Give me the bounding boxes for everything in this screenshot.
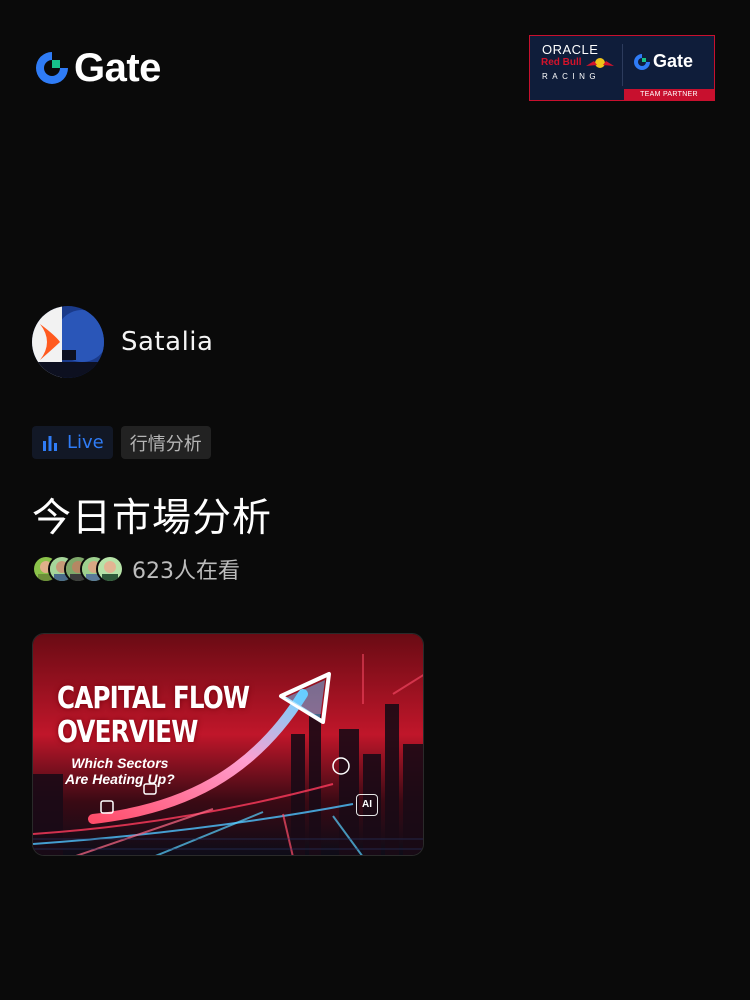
thumbnail-title-line-2: OVERVIEW [57,715,198,750]
thumbnail-subtitle-line-1: Which Sectors [71,755,169,771]
bar-chart-icon [43,435,57,451]
ai-icon: AI [356,794,378,816]
badge-divider [622,44,623,86]
avatar[interactable] [32,306,104,378]
category-tag[interactable]: 行情分析 [120,426,211,459]
stream-thumbnail[interactable]: CAPITAL FLOW OVERVIEW Which Sectors Are … [32,633,424,856]
gate-logo-icon [634,53,650,70]
logo-wordmark: Gate [74,46,161,90]
gate-logo: Gate [34,48,161,88]
thumbnail-title-line-1: CAPITAL FLOW [57,681,250,716]
host-profile[interactable]: Satalia [32,306,213,378]
viewer-info: 623人在看 [32,553,240,585]
viewer-avatars [32,555,124,583]
stream-title: 今日市場分析 [32,496,273,541]
thumbnail-subtitle: Which Sectors Are Heating Up? [65,755,175,787]
team-partner-ribbon: TEAM PARTNER [624,89,714,100]
thumbnail-title: CAPITAL FLOW OVERVIEW [57,681,250,750]
thumbnail-subtitle-line-2: Are Heating Up? [65,771,175,787]
partner-gate-logo: Gate [633,51,693,72]
stream-tags: Live 行情分析 [32,426,211,459]
live-label: Live [67,432,104,453]
partner-gate-text: Gate [653,51,694,71]
host-name[interactable]: Satalia [121,327,213,357]
bull-icon [586,58,614,68]
viewer-count: 623人在看 [132,559,240,584]
oracle-text: ORACLE [542,42,599,57]
gate-logo-icon [36,52,68,84]
team-partner-badge: ORACLE Red Bull RACING Gate TEAM PARTNER [529,35,715,101]
viewer-avatar [96,555,124,583]
redbull-text: Red Bull [541,57,582,68]
live-badge: Live [32,426,113,459]
racing-text: RACING [542,72,601,81]
